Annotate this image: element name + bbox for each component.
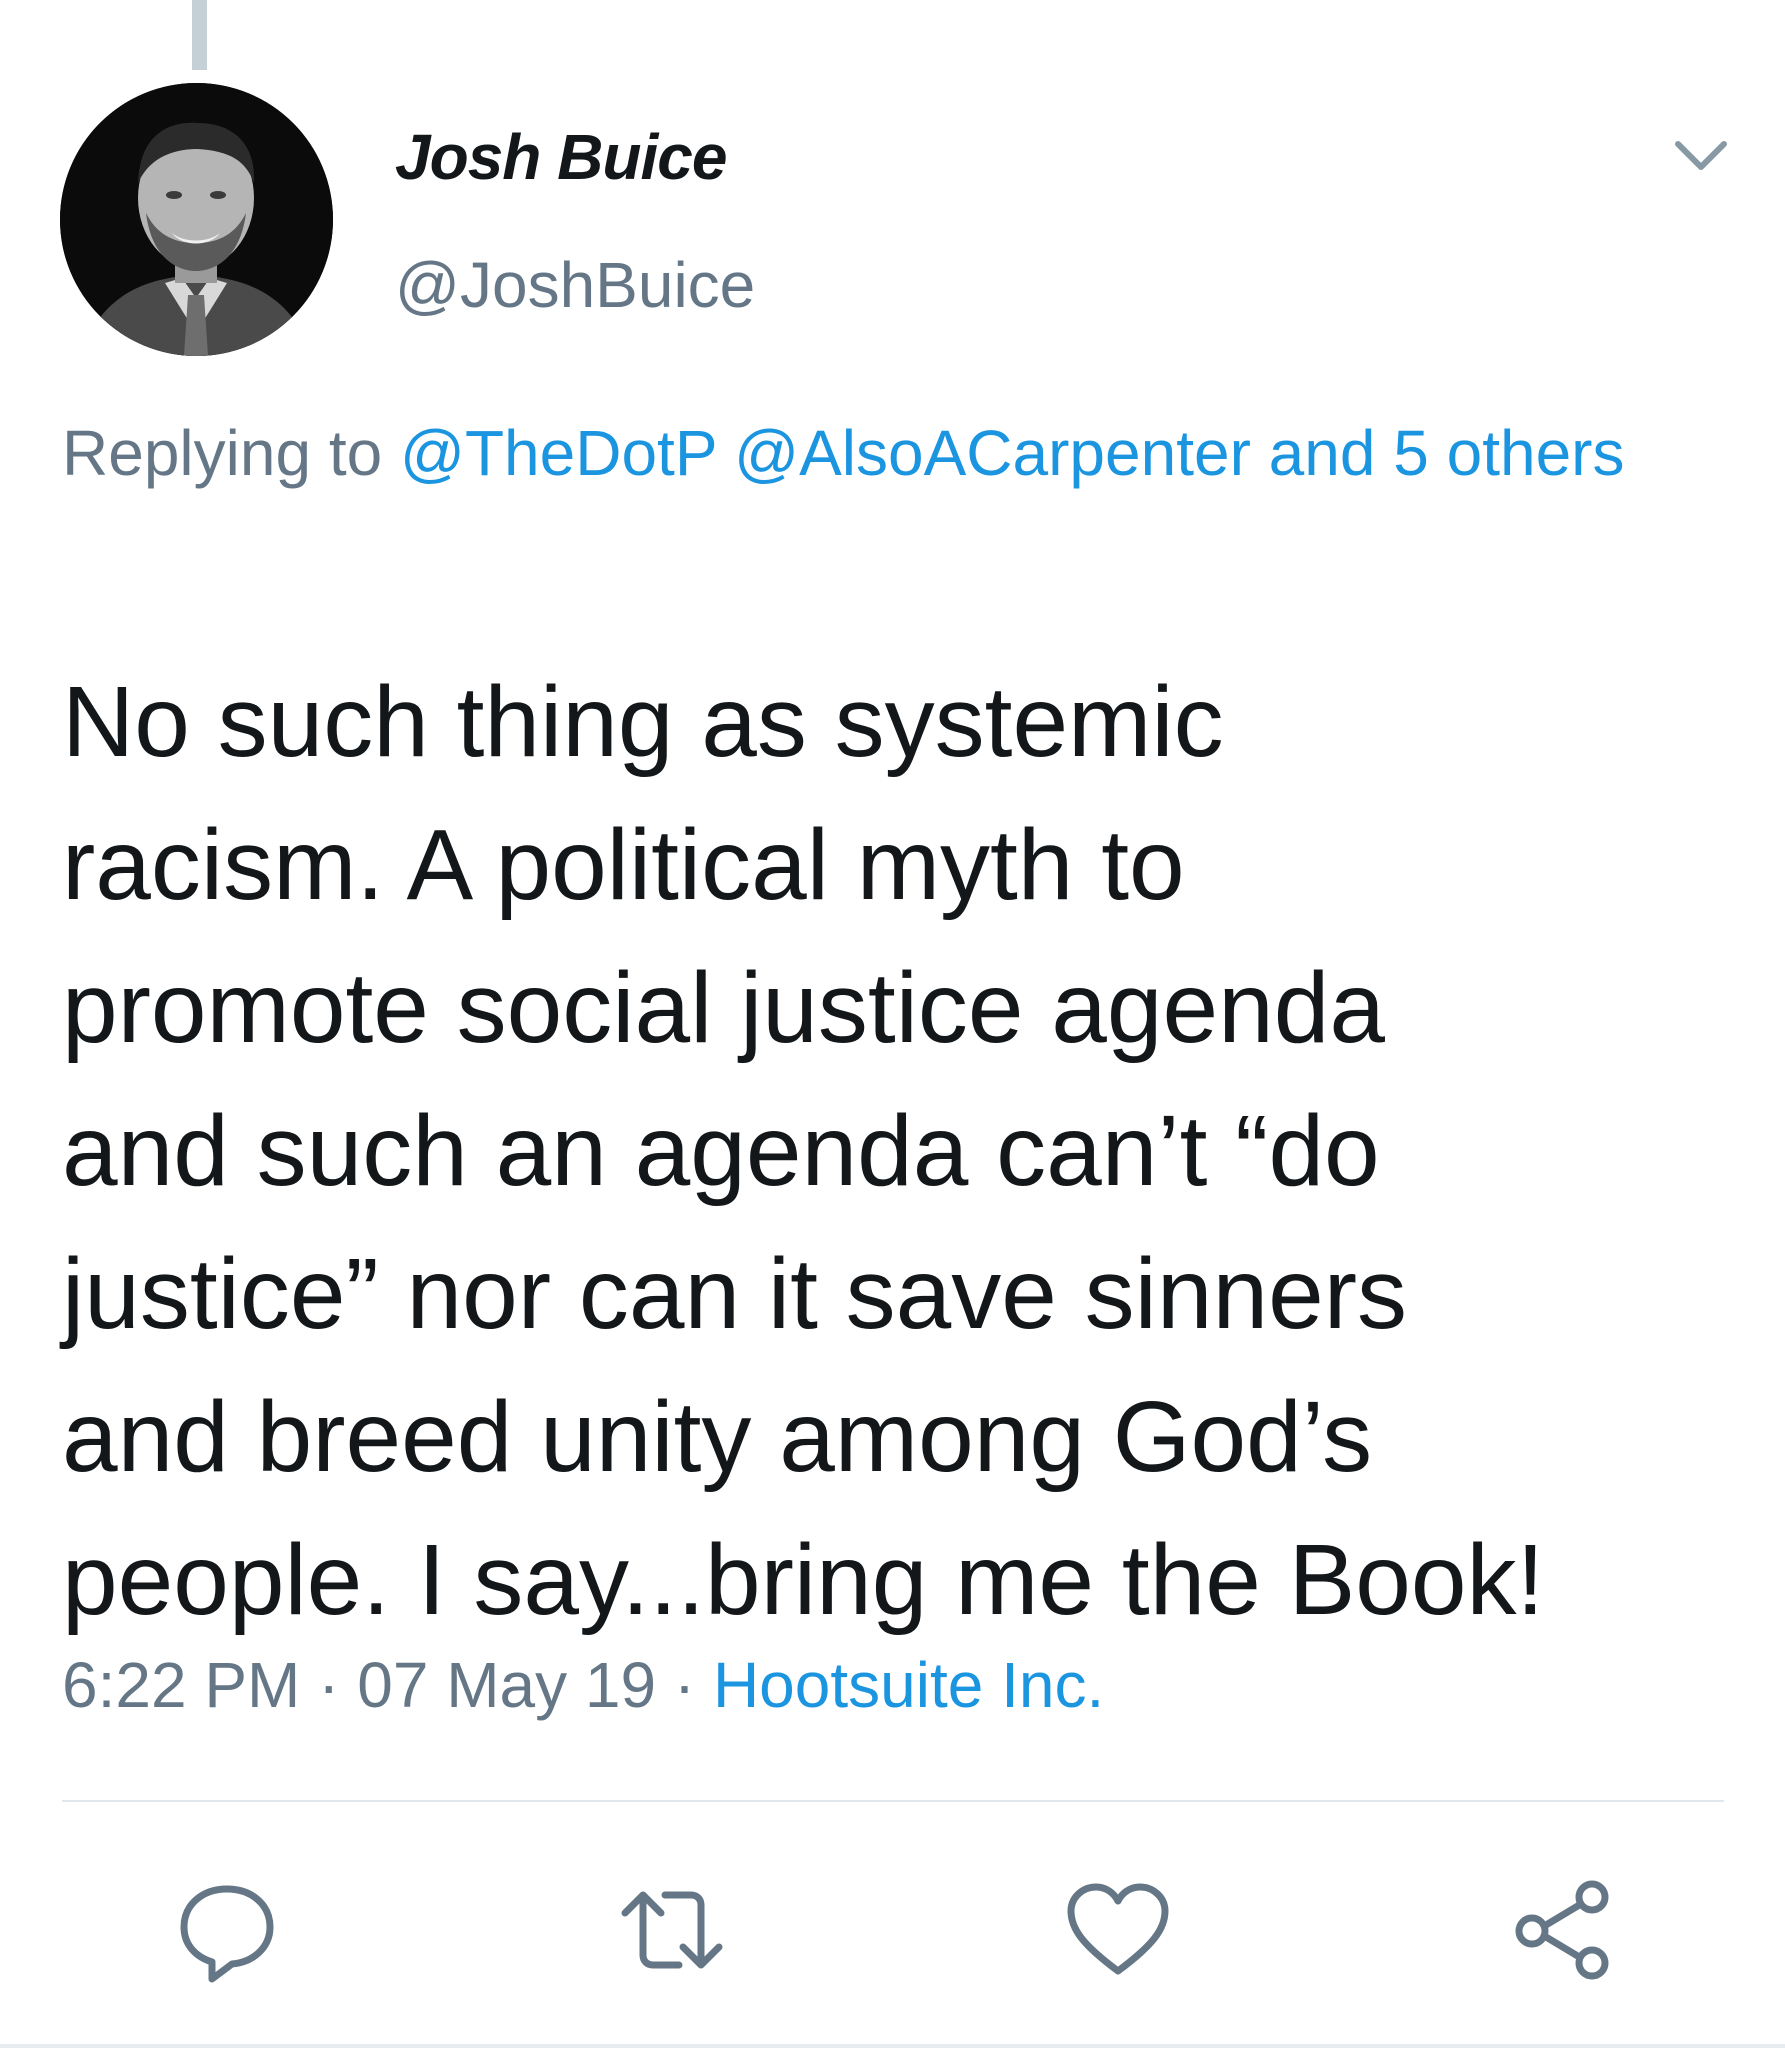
tweet-text-line: promote social justice agenda xyxy=(62,952,1385,1064)
reply-button[interactable] xyxy=(172,1875,282,1985)
like-button[interactable] xyxy=(1063,1875,1173,1985)
tweet-metadata: 6:22 PM · 07 May 19 · Hootsuite Inc. xyxy=(62,1648,1104,1722)
retweet-button[interactable] xyxy=(617,1875,727,1985)
tweet-text-line: justice” nor can it save sinners xyxy=(62,1238,1408,1350)
tweet-body: No such thing as systemic racism. A polit… xyxy=(62,651,1742,1652)
mention-link[interactable]: @TheDotP xyxy=(400,417,716,489)
retweet-icon xyxy=(621,1891,723,1969)
tweet-date[interactable]: 07 May 19 xyxy=(357,1649,656,1721)
share-button[interactable] xyxy=(1508,1875,1618,1985)
meta-separator: · xyxy=(673,1649,696,1721)
speech-bubble-icon xyxy=(180,1885,274,1983)
mention-link[interactable]: @AlsoACarpenter xyxy=(734,417,1251,489)
reply-prefix: Replying to xyxy=(62,417,383,489)
thread-connector-line xyxy=(192,0,207,70)
tweet-text-line: people. I say...bring me the Book! xyxy=(62,1524,1545,1636)
divider xyxy=(62,1800,1724,1802)
heart-icon xyxy=(1067,1883,1169,1975)
avatar[interactable] xyxy=(60,83,333,356)
tweet-text-line: and breed unity among God’s xyxy=(62,1381,1373,1493)
tweet-time[interactable]: 6:22 PM xyxy=(62,1649,300,1721)
share-icon xyxy=(1515,1880,1609,1980)
author-display-name[interactable]: Josh Buice xyxy=(395,120,727,194)
reply-context: Replying to @TheDotP @AlsoACarpenter and… xyxy=(62,421,1722,485)
profile-photo xyxy=(60,83,333,356)
chevron-down-icon[interactable] xyxy=(1672,134,1730,178)
tweet-text-line: and such an agenda can’t “do xyxy=(62,1095,1380,1207)
others-link[interactable]: and 5 others xyxy=(1269,417,1625,489)
bottom-border xyxy=(0,2044,1785,2048)
tweet-text-line: racism. A political myth to xyxy=(62,809,1185,921)
author-handle[interactable]: @JoshBuice xyxy=(395,248,755,322)
meta-separator: · xyxy=(318,1649,340,1721)
tweet-text-line: No such thing as systemic xyxy=(62,666,1224,778)
tweet-source-link[interactable]: Hootsuite Inc. xyxy=(713,1649,1104,1721)
